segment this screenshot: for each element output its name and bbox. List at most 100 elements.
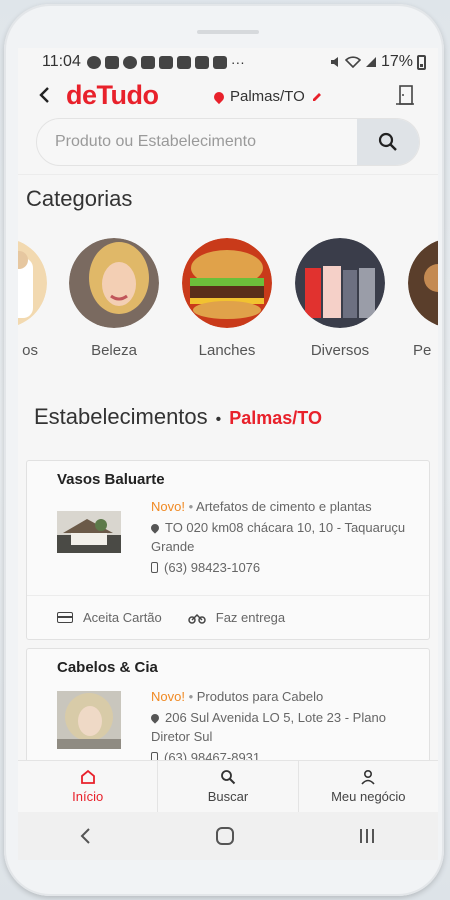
category-item[interactable]: os — [18, 238, 50, 359]
category-image — [182, 238, 272, 328]
feature-label: Aceita Cartão — [83, 610, 162, 625]
signal-icon — [365, 57, 376, 67]
phone-frame: 11:04 ··· 17% deTudo Palmas/TO Produto o… — [4, 4, 444, 896]
phone-line[interactable]: (63) 98423-1076 — [151, 558, 411, 577]
phone-icon — [151, 562, 158, 573]
search-icon — [378, 132, 397, 151]
wifi-icon — [344, 56, 361, 68]
category-label: Beleza — [91, 342, 137, 359]
feature-delivery: Faz entrega — [188, 610, 285, 625]
category-line: Novo! • Produtos para Cabelo — [151, 687, 411, 706]
status-right: 17% — [329, 53, 426, 71]
establishment-address: 206 Sul Avenida LO 5, Lote 23 - Plano Di… — [151, 710, 386, 744]
categories-title: Categorias — [26, 186, 133, 211]
category-image — [18, 238, 47, 328]
categories-carousel[interactable]: os Beleza Lanches Diversos Pe — [18, 238, 438, 359]
mail-icon — [104, 55, 119, 69]
search-button[interactable] — [357, 119, 419, 165]
search-input[interactable] — [37, 119, 359, 165]
category-item[interactable]: Beleza — [66, 238, 162, 359]
system-recents-icon[interactable] — [357, 827, 377, 845]
address-pin-icon — [149, 522, 161, 534]
location-selector[interactable]: Palmas/TO — [211, 88, 323, 105]
back-arrow-icon[interactable] — [38, 84, 52, 110]
home-icon — [80, 769, 95, 784]
establishment-category: Artefatos de cimento e plantas — [196, 499, 372, 514]
mute-icon — [330, 57, 338, 67]
user-icon — [361, 769, 375, 785]
status-time: 11:04 — [42, 53, 81, 70]
category-line: Novo! • Artefatos de cimento e plantas — [151, 497, 411, 516]
card-features: Aceita Cartão Faz entrega — [27, 595, 429, 639]
category-label: os — [22, 342, 38, 359]
category-image — [295, 238, 385, 328]
new-badge: Novo! — [151, 689, 185, 704]
address-pin-icon — [149, 712, 161, 724]
whatsapp-icon — [86, 55, 101, 69]
category-item[interactable]: Diversos — [292, 238, 388, 359]
category-label: Diversos — [310, 342, 370, 359]
header-divider — [18, 174, 438, 175]
youtube-icon — [176, 55, 191, 69]
establishment-card[interactable]: Vasos Baluarte Novo! • Artefatos de cime… — [26, 460, 430, 640]
establishment-name: Cabelos & Cia — [57, 659, 158, 676]
youtube-icon — [194, 55, 209, 69]
bottom-navigation: Início Buscar Meu negócio — [18, 760, 438, 812]
location-pin-icon — [211, 89, 227, 104]
location-label: Palmas/TO — [230, 88, 305, 105]
system-navigation-bar — [18, 812, 438, 860]
title-separator: • — [215, 411, 222, 428]
new-badge: Novo! — [151, 499, 185, 514]
system-back-icon[interactable] — [79, 827, 93, 845]
establishment-thumbnail — [57, 691, 121, 749]
category-label: Lanches — [198, 342, 256, 359]
app-header: deTudo Palmas/TO — [18, 76, 438, 120]
establishment-phone: (63) 98423-1076 — [164, 560, 261, 575]
phone-speaker — [197, 30, 259, 34]
category-image — [69, 238, 159, 328]
system-home-icon[interactable] — [215, 826, 235, 846]
logout-door-icon[interactable] — [394, 84, 416, 106]
nav-search[interactable]: Buscar — [158, 761, 299, 812]
image-icon — [158, 55, 173, 69]
establishment-info: Novo! • Artefatos de cimento e plantas T… — [149, 497, 411, 577]
edit-pencil-icon — [312, 92, 321, 101]
establishments-heading: Estabelecimentos — [34, 404, 208, 429]
establishments-city: Palmas/TO — [229, 408, 322, 428]
app-screen: 11:04 ··· 17% deTudo Palmas/TO Produto o… — [18, 48, 438, 860]
nav-my-business[interactable]: Meu negócio — [299, 761, 438, 812]
category-item[interactable]: Pe — [405, 238, 438, 359]
nav-business-label: Meu negócio — [331, 789, 406, 804]
establishment-address: TO 020 km08 chácara 10, 10 - Taquaruçu G… — [151, 520, 406, 554]
category-label: Pe — [413, 342, 432, 359]
youtube-icon — [212, 55, 227, 69]
establishment-thumbnail — [57, 511, 121, 553]
establishment-name: Vasos Baluarte — [57, 471, 165, 488]
search-icon — [221, 770, 236, 785]
more-notifications-icon: ··· — [230, 54, 245, 70]
feature-label: Faz entrega — [215, 610, 286, 625]
establishment-category: Produtos para Cabelo — [196, 689, 324, 704]
app-logo: deTudo — [66, 80, 159, 110]
status-bar: 11:04 ··· 17% — [18, 48, 438, 76]
nav-search-label: Buscar — [207, 789, 249, 804]
app-icon — [122, 55, 137, 69]
category-image — [408, 238, 438, 328]
notification-icons: ··· — [86, 54, 245, 70]
address-line: TO 020 km08 chácara 10, 10 - Taquaruçu G… — [149, 518, 411, 556]
search-bar — [36, 118, 420, 166]
separator-dot: • — [188, 499, 197, 514]
battery-icon — [417, 54, 426, 70]
feature-accepts-card: Aceita Cartão — [57, 610, 162, 625]
establishments-title: Estabelecimentos • Palmas/TO — [34, 404, 322, 430]
battery-percent: 17% — [380, 53, 413, 70]
app-icon — [140, 55, 155, 69]
address-line: 206 Sul Avenida LO 5, Lote 23 - Plano Di… — [149, 708, 411, 746]
nav-home-label: Início — [72, 789, 104, 804]
credit-card-icon — [57, 612, 73, 623]
motorcycle-icon — [188, 613, 206, 624]
category-item[interactable]: Lanches — [179, 238, 275, 359]
nav-home[interactable]: Início — [18, 761, 159, 812]
separator-dot: • — [188, 689, 197, 704]
establishment-info: Novo! • Produtos para Cabelo 206 Sul Ave… — [149, 687, 411, 767]
